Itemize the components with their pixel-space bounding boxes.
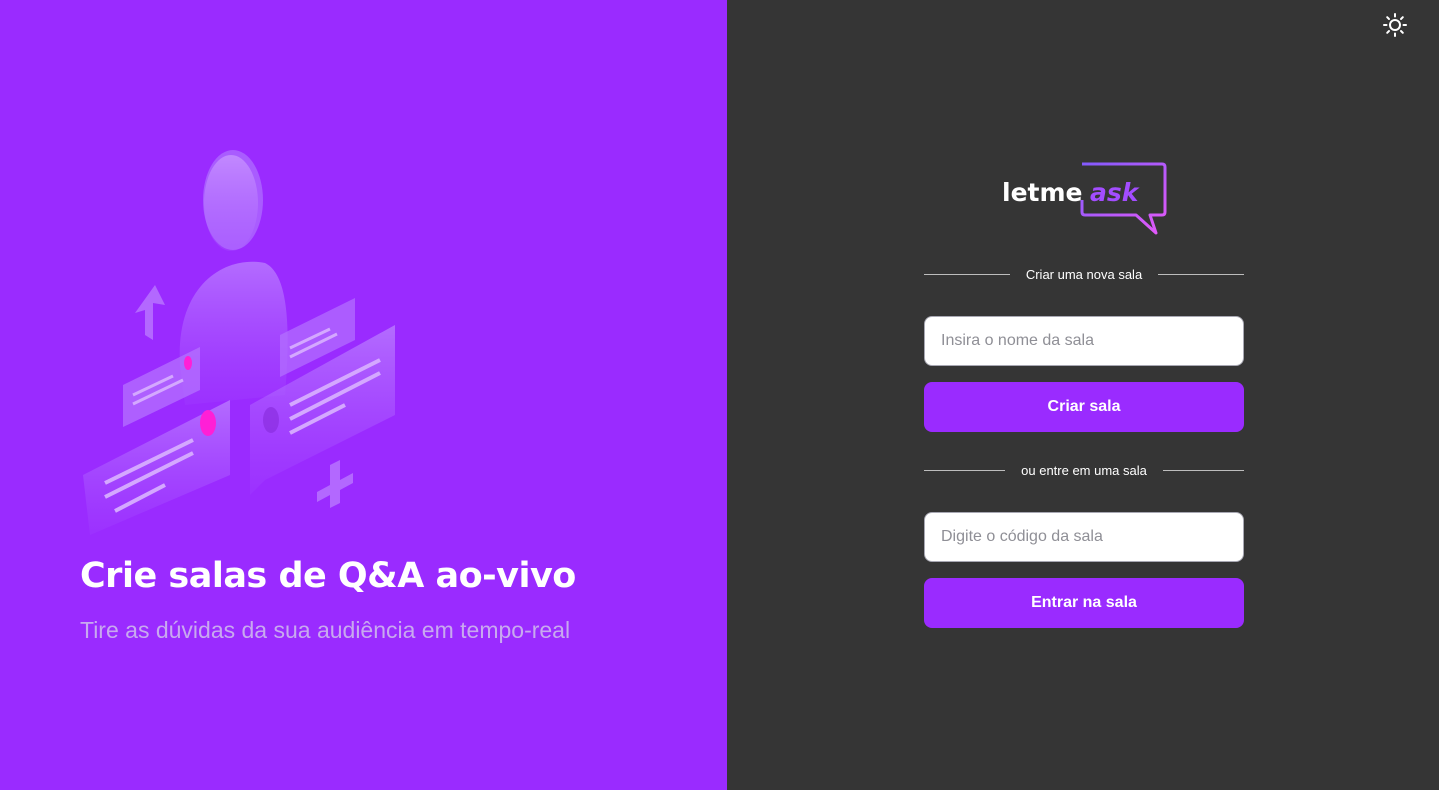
room-code-input[interactable] (924, 512, 1244, 562)
divider-line (924, 274, 1010, 275)
letmeask-logo: letme ask (1002, 162, 1167, 235)
sun-icon (1383, 13, 1407, 37)
hero-panel: Crie salas de Q&A ao-vivo Tire as dúvida… (0, 0, 727, 790)
join-room-divider-label: ou entre em uma sala (1021, 463, 1147, 478)
logo-word-ask: ask (1090, 178, 1140, 207)
hero-title: Crie salas de Q&A ao-vivo (80, 556, 576, 596)
divider-line (1158, 274, 1245, 275)
divider-line (924, 470, 1006, 471)
join-room-button[interactable]: Entrar na sala (924, 578, 1244, 628)
divider-line (1162, 470, 1245, 471)
join-room-divider: ou entre em uma sala (924, 463, 1245, 478)
qa-illustration (83, 150, 395, 535)
logo-word-letme: letme (1002, 178, 1082, 207)
create-room-divider-label: Criar uma nova sala (1025, 267, 1143, 282)
create-room-divider: Criar uma nova sala (924, 267, 1245, 282)
create-room-button[interactable]: Criar sala (924, 382, 1244, 432)
theme-toggle-button[interactable] (1382, 12, 1408, 38)
main-panel: letme ask Criar uma nova sala Criar sala… (727, 0, 1439, 790)
room-name-input[interactable] (924, 316, 1244, 366)
hero-subtitle: Tire as dúvidas da sua audiência em temp… (80, 617, 571, 643)
page: Crie salas de Q&A ao-vivo Tire as dúvida… (0, 0, 1439, 790)
